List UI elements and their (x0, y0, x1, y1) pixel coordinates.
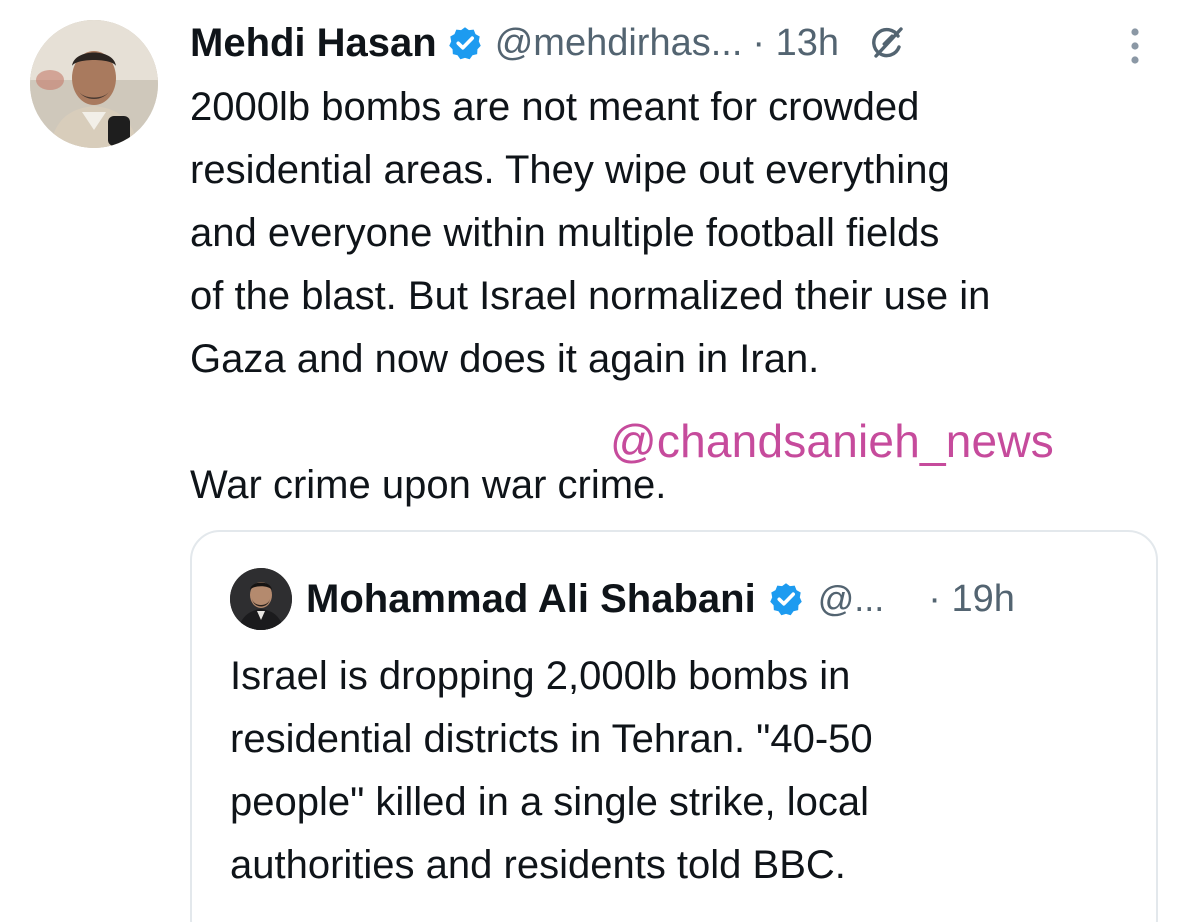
quoted-avatar-image (230, 568, 292, 630)
tweet-text-line: Gaza and now does it again in Iran. (190, 337, 820, 381)
tweet-text-line: 2000lb bombs are not meant for crowded (190, 85, 920, 129)
tweet-text-line: and everyone within multiple football fi… (190, 211, 940, 255)
quoted-author-handle[interactable]: @... (818, 578, 885, 620)
quoted-tweet-text-line: people" killed in a single strike, local (230, 780, 869, 824)
tweet-timestamp[interactable]: · 13h (752, 22, 839, 65)
more-options-icon[interactable] (1128, 26, 1142, 66)
watermark-text: @chandsanieh_news (610, 415, 1054, 467)
tweet-text-line: of the blast. But Israel normalized thei… (190, 274, 991, 318)
quoted-tweet-timestamp[interactable]: · 19h (928, 578, 1015, 621)
quoted-tweet-text-line: residential districts in Tehran. "40-50 (230, 717, 873, 761)
quoted-tweet-header: Mohammad Ali Shabani @... · 19h (306, 570, 1136, 628)
quoted-tweet-card[interactable]: Mohammad Ali Shabani @... · 19h Israel i… (190, 530, 1158, 922)
quoted-author-avatar (230, 568, 292, 630)
verified-badge-icon (768, 581, 804, 617)
quoted-author-name[interactable]: Mohammad Ali Shabani (306, 577, 756, 622)
quoted-tweet-text-line: authorities and residents told BBC. (230, 843, 846, 887)
tweet-header: Mehdi Hasan @mehdirhas... · 13h (190, 14, 1160, 72)
avatar-image (30, 20, 158, 148)
grok-icon[interactable] (867, 23, 907, 63)
verified-badge-icon (447, 25, 483, 61)
tweet-text-line: residential areas. They wipe out everyth… (190, 148, 950, 192)
author-name[interactable]: Mehdi Hasan (190, 21, 437, 66)
quoted-tweet-text-line: Israel is dropping 2,000lb bombs in (230, 654, 851, 698)
quoted-tweet-text: Israel is dropping 2,000lb bombs in resi… (230, 645, 1130, 897)
author-handle[interactable]: @mehdirhas... (495, 22, 743, 65)
author-avatar[interactable] (30, 20, 158, 148)
